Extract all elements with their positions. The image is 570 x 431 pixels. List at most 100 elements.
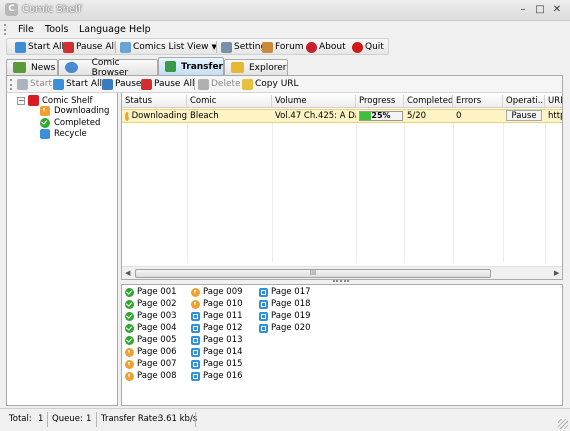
maximize-button[interactable]: □ [533, 3, 547, 17]
tab-comic-browser[interactable]: Comic Browser [58, 58, 158, 78]
page-label: Page 005 [137, 335, 177, 345]
queue-value: 1 [86, 414, 92, 424]
check-circle-icon [125, 335, 134, 345]
list-item[interactable]: Page 002 [125, 298, 177, 310]
tree-item-recycle[interactable]: Recycle [40, 129, 87, 139]
list-item[interactable]: Page 011 [191, 310, 243, 322]
page-label: Page 002 [137, 299, 177, 309]
list-item[interactable]: Page 020 [259, 322, 311, 334]
page-label: Page 007 [137, 359, 177, 369]
scroll-right-icon[interactable]: ▶ [554, 269, 559, 277]
queued-icon [259, 299, 268, 309]
column-progress[interactable]: Progress [356, 95, 404, 108]
close-button[interactable]: ✕ [550, 3, 564, 17]
list-item[interactable]: Page 017 [259, 286, 311, 298]
menu-file[interactable]: File [18, 24, 34, 35]
column-operation[interactable]: Operati... [503, 95, 545, 108]
progress-bar: 25% [359, 111, 403, 121]
resize-grip[interactable] [558, 419, 568, 429]
list-item[interactable]: Page 015 [191, 358, 243, 370]
tree-item-completed[interactable]: Completed [40, 118, 100, 128]
start-button[interactable]: Start [17, 77, 52, 91]
tree-collapse-toggle[interactable]: − [17, 97, 25, 105]
column-errors[interactable]: Errors [453, 95, 503, 108]
quit-button[interactable]: Quit [352, 40, 384, 54]
folder-icon [231, 62, 244, 73]
check-circle-icon [125, 287, 134, 297]
column-comic[interactable]: Comic [187, 95, 272, 108]
splitter-grip[interactable] [333, 280, 349, 283]
transfer-icon [165, 61, 177, 72]
toolbar-separator [216, 41, 217, 53]
about-button[interactable]: About [306, 40, 346, 54]
menu-help[interactable]: Help [129, 24, 151, 35]
list-item[interactable]: Page 009 [191, 286, 243, 298]
menu-bar: File Tools Language Help [0, 21, 570, 38]
delete-icon [198, 78, 209, 90]
minimize-button[interactable]: – [516, 3, 530, 17]
column-completed[interactable]: Completed [404, 95, 453, 108]
page-label: Page 008 [137, 371, 177, 381]
download-icon [191, 299, 200, 309]
check-circle-icon [125, 311, 134, 321]
list-item[interactable]: Page 006 [125, 346, 177, 358]
pause-icon [102, 78, 113, 90]
pause-button[interactable]: Pause [102, 77, 141, 91]
tab-explorer[interactable]: Explorer [224, 59, 288, 75]
list-item[interactable]: Page 008 [125, 370, 177, 382]
delete-button[interactable]: Delete [198, 77, 241, 91]
copy-icon [242, 78, 253, 90]
cell-progress: 25% [356, 110, 404, 122]
list-item[interactable]: Page 007 [125, 358, 177, 370]
tab-news[interactable]: News [6, 59, 58, 75]
tree-item-downloading[interactable]: Downloading [40, 106, 109, 116]
pause-all-transfer-button[interactable]: Pause All [141, 77, 195, 91]
start-all-button[interactable]: Start All [15, 40, 64, 54]
column-url[interactable]: URL [545, 95, 562, 108]
toolbar-grip[interactable] [10, 79, 13, 90]
list-item[interactable]: Page 001 [125, 286, 177, 298]
queued-icon [191, 347, 200, 357]
list-item[interactable]: Page 019 [259, 310, 311, 322]
horizontal-scrollbar[interactable]: ◀ III ▶ [122, 266, 562, 279]
scrollbar-thumb[interactable]: III [135, 269, 491, 278]
total-value: 1 [38, 414, 44, 424]
list-item[interactable]: Page 018 [259, 298, 311, 310]
list-item[interactable]: Page 013 [191, 334, 243, 346]
pause-all-button[interactable]: Pause All [63, 40, 117, 54]
page-label: Page 004 [137, 323, 177, 333]
page-label: Page 009 [203, 287, 243, 297]
queued-icon [259, 287, 268, 297]
list-item[interactable]: Page 016 [191, 370, 243, 382]
menu-tools[interactable]: Tools [45, 24, 68, 35]
page-label: Page 017 [271, 287, 311, 297]
page-label: Page 016 [203, 371, 243, 381]
start-all-transfer-button[interactable]: Start All [53, 77, 102, 91]
cell-status: Downloading [122, 110, 187, 122]
column-status[interactable]: Status [122, 95, 187, 108]
cell-comic: Bleach [190, 111, 219, 121]
menu-grip[interactable] [4, 24, 7, 35]
list-item[interactable]: Page 005 [125, 334, 177, 346]
list-item[interactable]: Page 010 [191, 298, 243, 310]
comics-list-view-dropdown[interactable]: Comics List View ▼ [120, 40, 217, 54]
list-item[interactable]: Page 004 [125, 322, 177, 334]
list-item[interactable]: Page 003 [125, 310, 177, 322]
status-bar: Total: 1 Queue: 1 Transfer Rate: 3.61 kb… [0, 408, 570, 431]
table-row[interactable]: Downloading Bleach Vol.47 Ch.425: A Day.… [122, 109, 562, 123]
pause-row-button[interactable]: Pause [506, 110, 542, 121]
check-circle-icon [125, 299, 134, 309]
queue-label: Queue: [52, 414, 83, 424]
tab-transfer[interactable]: Transfer [158, 57, 224, 75]
page-label: Page 013 [203, 335, 243, 345]
column-volume[interactable]: Volume [272, 95, 356, 108]
menu-language[interactable]: Language [79, 24, 126, 35]
scroll-left-icon[interactable]: ◀ [125, 269, 130, 277]
list-item[interactable]: Page 014 [191, 346, 243, 358]
cell-volume: Vol.47 Ch.425: A Day... [275, 111, 356, 121]
page-label: Page 018 [271, 299, 311, 309]
list-item[interactable]: Page 012 [191, 322, 243, 334]
forum-button[interactable]: Forum [262, 40, 304, 54]
copy-url-button[interactable]: Copy URL [242, 77, 299, 91]
tree-root-comic-shelf[interactable]: Comic Shelf [28, 95, 93, 106]
